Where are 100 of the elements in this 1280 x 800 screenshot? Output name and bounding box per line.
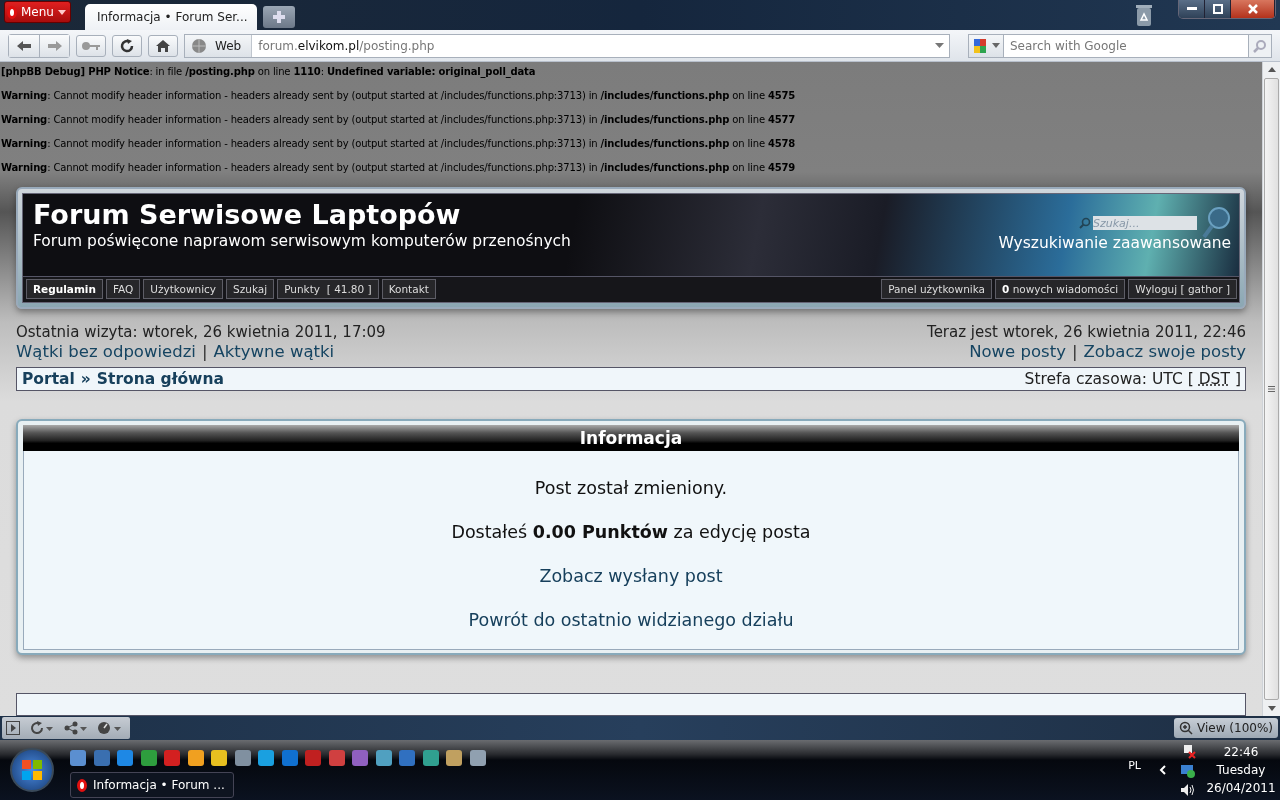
minimize-icon (1186, 7, 1197, 11)
app-icon[interactable] (422, 750, 439, 766)
reload-button[interactable] (112, 34, 142, 57)
clock[interactable]: 22:46 Tuesday 26/04/2011 (1206, 745, 1276, 795)
grip-icon (1268, 386, 1275, 392)
network-computer-icon[interactable] (1180, 763, 1196, 779)
opera-o-icon (7, 5, 17, 19)
app-icon[interactable] (469, 750, 486, 766)
clock-date: 26/04/2011 (1206, 781, 1276, 795)
minimize-button[interactable] (1179, 0, 1205, 18)
restore-icon (1212, 4, 1223, 14)
language-indicator[interactable]: PL (1128, 758, 1141, 772)
clock-time: 22:46 (1223, 745, 1259, 759)
url-text: forum.elvikom.pl/posting.php (257, 38, 436, 53)
app-icon[interactable] (281, 750, 298, 766)
scroll-thumb[interactable] (1264, 78, 1279, 700)
sync-icon[interactable] (30, 721, 54, 735)
nav-link[interactable]: 0 nowych wiadomości (995, 279, 1126, 299)
windows-flag-icon (21, 759, 43, 781)
debug-message: Warning: Cannot modify header information - headers already sent by (output started at /includes/functions.php:3713) in /includes/functions.php on line 4577 (1, 113, 797, 127)
info-link[interactable]: Powrót do ostatnio widzianego działu (468, 606, 794, 633)
info-message: Post został zmieniony. (534, 476, 728, 500)
clock-day: Tuesday (1216, 763, 1266, 777)
menu-button[interactable]: Menu (4, 1, 71, 23)
app-icon[interactable] (187, 750, 204, 766)
reload-icon (119, 37, 135, 54)
close-icon (1246, 4, 1259, 14)
network-icon[interactable] (64, 721, 88, 735)
app-icon[interactable] (140, 750, 157, 766)
home-icon (155, 38, 171, 53)
nav-link[interactable]: Wyloguj [ gathor ] (1128, 279, 1237, 299)
zoom-icon (1179, 721, 1194, 735)
scroll-up-icon[interactable] (1267, 67, 1276, 72)
nav-link[interactable]: Panel użytkownika (881, 279, 993, 299)
zoom-button[interactable]: View (100%) (1174, 718, 1278, 738)
globe-icon (191, 37, 207, 54)
timezone-bracket: ] (1234, 369, 1241, 388)
browser-tab[interactable]: Informacja • Forum Ser... (84, 4, 257, 30)
restore-button[interactable] (1205, 0, 1231, 18)
close-window-button[interactable] (1231, 0, 1275, 18)
app-icon[interactable] (328, 750, 345, 766)
tab-title: Informacja • Forum Ser... (96, 10, 248, 24)
app-icon[interactable] (375, 750, 392, 766)
key-icon (81, 40, 101, 51)
forward-arrow-icon (46, 39, 63, 52)
dst-text: DST (1198, 369, 1230, 388)
recycle-bin-icon[interactable] (1134, 3, 1154, 27)
back-button[interactable] (9, 34, 39, 57)
breadcrumb-link[interactable]: Strona główna (96, 369, 224, 388)
nav-link[interactable]: Regulamin (26, 279, 103, 299)
forum-title: Forum Serwisowe Laptopów (33, 198, 462, 232)
nav-link[interactable]: FAQ (105, 279, 141, 299)
forum-link[interactable]: Aktywne wątki (213, 342, 335, 361)
nav-link[interactable]: Kontakt (381, 279, 436, 299)
plus-icon (271, 10, 286, 24)
key-button[interactable] (76, 34, 106, 57)
panel-toggle-icon[interactable] (6, 721, 20, 735)
caret-icon (992, 43, 1000, 48)
show-hidden-icons-icon[interactable] (1159, 765, 1166, 775)
search-icon (1253, 38, 1267, 53)
new-tab-button[interactable] (262, 6, 295, 28)
forum-link[interactable]: Nowe posty (969, 342, 1066, 361)
forum-link[interactable]: Zobacz swoje posty (1083, 342, 1246, 361)
search-field[interactable]: Szukaj... (1093, 216, 1197, 230)
advanced-search-link[interactable]: Wyszukiwanie zaawansowane (998, 234, 1231, 252)
address-field[interactable]: Web forum.elvikom.pl/posting.php (184, 33, 950, 58)
info-link[interactable]: Zobacz wysłany post (539, 562, 723, 589)
opera-o-icon (77, 778, 87, 792)
nav-link[interactable]: Użytkownicy (143, 279, 224, 299)
search-field[interactable]: Search with Google (1004, 33, 1248, 58)
breadcrumb-separator: » (80, 369, 91, 388)
app-icon[interactable] (234, 750, 251, 766)
taskbar-window-button[interactable]: Informacja • Forum ... (70, 772, 234, 798)
nav-link[interactable]: Szukaj (226, 279, 275, 299)
link-separator: | (201, 342, 208, 361)
search-engine-button[interactable] (968, 33, 1004, 58)
caret-icon (57, 9, 66, 15)
home-button[interactable] (148, 34, 178, 57)
forum-subtitle: Forum poświęcone naprawom serwisowym komputerów przenośnych (33, 232, 571, 250)
scroll-down-icon[interactable] (1267, 706, 1276, 711)
debug-message: Warning: Cannot modify header information - headers already sent by (output started at /includes/functions.php:3713) in /includes/functions.php on line 4575 (1, 89, 797, 103)
speed-dial-icon[interactable] (98, 721, 122, 735)
link-separator: | (1071, 342, 1078, 361)
debug-message: [phpBB Debug] PHP Notice: in file /posting.php on line 1110: Undefined variable: original_poll_data (1, 65, 537, 79)
info-message: Dostałeś 0.00 Punktów za edycję posta (451, 520, 811, 544)
nav-link[interactable]: Punkty [ 41.80 ] (277, 279, 379, 299)
debug-message: Warning: Cannot modify header information - headers already sent by (output started at /includes/functions.php:3713) in /includes/functions.php on line 4579 (1, 161, 797, 175)
search-icon (1079, 217, 1091, 229)
info-panel-header: Informacja (23, 424, 1239, 451)
timezone-text: Strefa czasowa: UTC [ (1024, 369, 1194, 388)
start-button[interactable] (10, 748, 54, 792)
breadcrumb-link[interactable]: Portal (22, 369, 75, 388)
current-time-text: Teraz jest wtorek, 26 kwietnia 2011, 22:46 (927, 323, 1246, 341)
scrollbar[interactable] (1262, 62, 1280, 716)
speaker-icon[interactable] (1180, 783, 1196, 797)
dropdown-arrow-icon[interactable] (935, 43, 944, 48)
forum-link[interactable]: Wątki bez odpowiedzi (16, 342, 196, 361)
magnifier-icon[interactable] (1201, 206, 1231, 240)
app-icon[interactable] (93, 750, 110, 766)
web-button[interactable]: Web (185, 34, 253, 57)
